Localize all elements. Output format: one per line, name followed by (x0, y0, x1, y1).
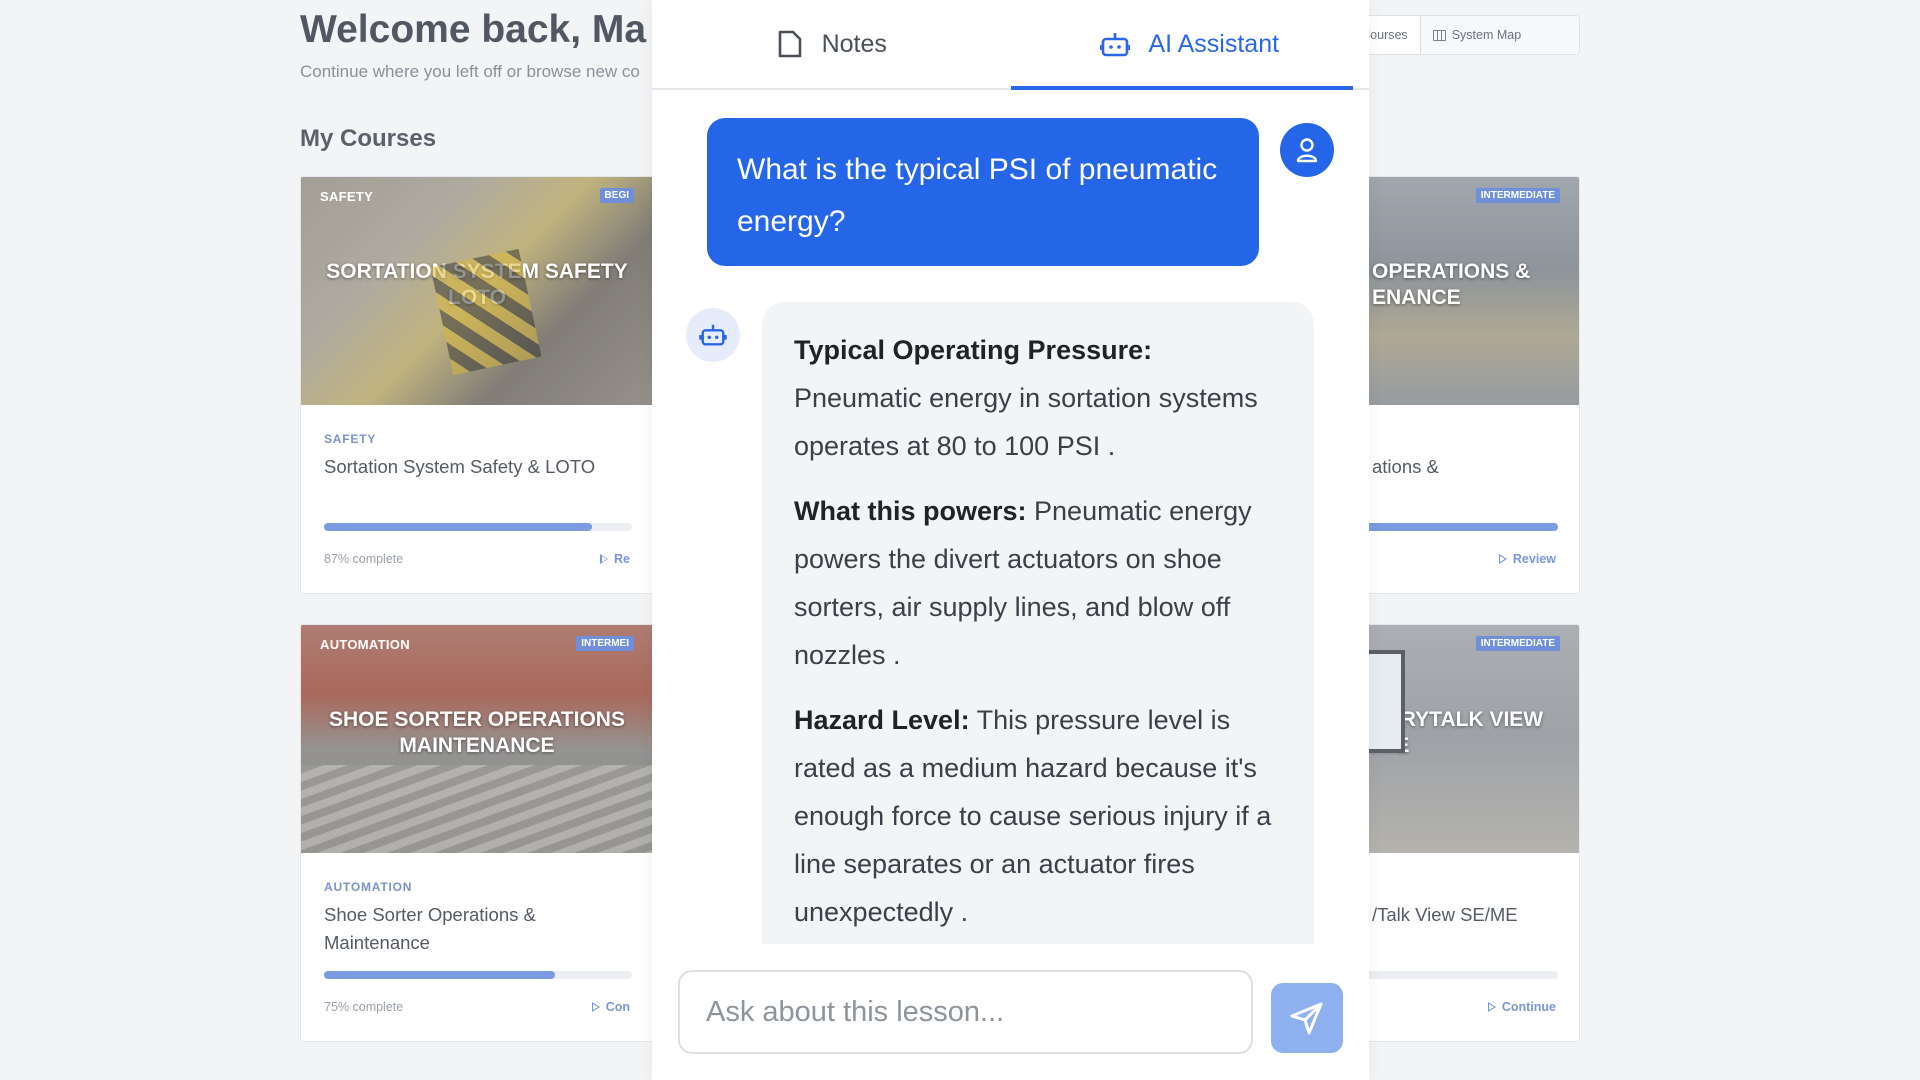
answer-heading: Hazard Level: (794, 705, 970, 735)
assistant-message: Typical Operating Pressure: Pneumatic ene… (762, 302, 1314, 944)
thumbnail-title: SHOE SORTER OPERATIONS MAINTENANCE (329, 708, 625, 757)
action-label: Continue (1501, 1000, 1556, 1014)
course-title: Sortation System Safety & LOTO (324, 456, 596, 477)
tab-system-map-label: System Map (1451, 28, 1522, 42)
panel-tabs: Notes AI Assistant (652, 0, 1369, 90)
assistant-avatar (686, 308, 740, 362)
welcome-subtitle: Continue where you left off or browse ne… (300, 62, 640, 81)
answer-heading: What this powers: (794, 496, 1027, 526)
review-button[interactable]: Review (1498, 552, 1556, 566)
chat-input-placeholder: Ask about this lesson... (706, 995, 1005, 1028)
my-courses-heading: My Courses (300, 125, 437, 152)
progress-bar (324, 971, 632, 979)
level-badge: INTERMEI (576, 636, 634, 651)
document-icon (778, 30, 801, 58)
tab-system-map[interactable]: System Map (1421, 16, 1533, 54)
course-category: SAFETY (324, 432, 377, 446)
user-message: What is the typical PSI of pneumatic ene… (707, 118, 1259, 266)
answer-text: This pressure level is rated as a medium… (794, 705, 1272, 927)
course-category: AUTOMATION (324, 880, 413, 894)
progress-text: 75% complete (324, 1000, 404, 1014)
answer-paragraph: Hazard Level: This pressure level is rat… (794, 696, 1282, 936)
assistant-panel: Notes AI Assistant What is the typical P… (652, 0, 1369, 1080)
action-label: Review (1512, 552, 1556, 566)
thumbnail-title: TORYTALK VIEW /ME (1372, 708, 1544, 757)
thumbnail-title: SORTATION SYSTEM SAFETY LOTO (326, 260, 628, 309)
play-icon (1498, 554, 1507, 564)
play-icon (600, 554, 609, 564)
continue-button[interactable]: Continue (1487, 1000, 1556, 1014)
thumbnail-category: AUTOMATION (320, 637, 410, 652)
play-icon (1487, 1002, 1496, 1012)
answer-text: Pneumatic energy in sortation systems op… (794, 383, 1258, 461)
course-card[interactable]: SAFETY BEGI SORTATION SYSTEM SAFETY LOTO… (300, 176, 654, 594)
welcome-heading: Welcome back, Ma (300, 8, 647, 51)
chat-input[interactable]: Ask about this lesson... (678, 970, 1253, 1054)
progress-text: 87% complete (324, 552, 404, 566)
level-badge: BEGI (599, 188, 634, 203)
course-title: Shoe Sorter Operations & Maintenance (324, 904, 536, 953)
level-badge: INTERMEDIATE (1475, 188, 1560, 203)
tab-notes-label: Notes (821, 29, 887, 58)
tab-ai-assistant-label: AI Assistant (1148, 29, 1280, 58)
send-icon (1290, 1002, 1323, 1035)
robot-icon (699, 324, 727, 346)
action-label: Re (614, 552, 630, 566)
answer-heading: Typical Operating Pressure: (794, 335, 1153, 365)
thumbnail-title: OPERATIONS & ENANCE (1372, 260, 1531, 309)
answer-paragraph: Typical Operating Pressure: Pneumatic ene… (794, 326, 1282, 470)
play-icon (591, 1002, 600, 1012)
review-button[interactable]: Re (600, 552, 630, 566)
course-title: /Talk View SE/ME (1372, 904, 1518, 925)
user-avatar (1280, 123, 1334, 177)
thumbnail-category: SAFETY (320, 189, 374, 204)
course-title: ations & (1372, 456, 1439, 477)
map-icon (1432, 29, 1446, 41)
user-icon (1296, 138, 1318, 163)
answer-paragraph: What this powers: Pneumatic energy power… (794, 487, 1282, 679)
tab-notes[interactable]: Notes (652, 0, 1011, 88)
course-thumbnail: SAFETY BEGI SORTATION SYSTEM SAFETY LOTO (301, 177, 653, 405)
action-label: Con (605, 1000, 630, 1014)
course-thumbnail: AUTOMATION INTERMEI SHOE SORTER OPERATIO… (301, 625, 653, 853)
send-button[interactable] (1271, 983, 1343, 1053)
progress-bar (324, 523, 632, 531)
continue-button[interactable]: Con (591, 1000, 630, 1014)
tab-ai-assistant[interactable]: AI Assistant (1010, 0, 1370, 90)
level-badge: INTERMEDIATE (1475, 636, 1560, 651)
course-card[interactable]: AUTOMATION INTERMEI SHOE SORTER OPERATIO… (300, 624, 654, 1042)
robot-icon (1100, 33, 1131, 57)
